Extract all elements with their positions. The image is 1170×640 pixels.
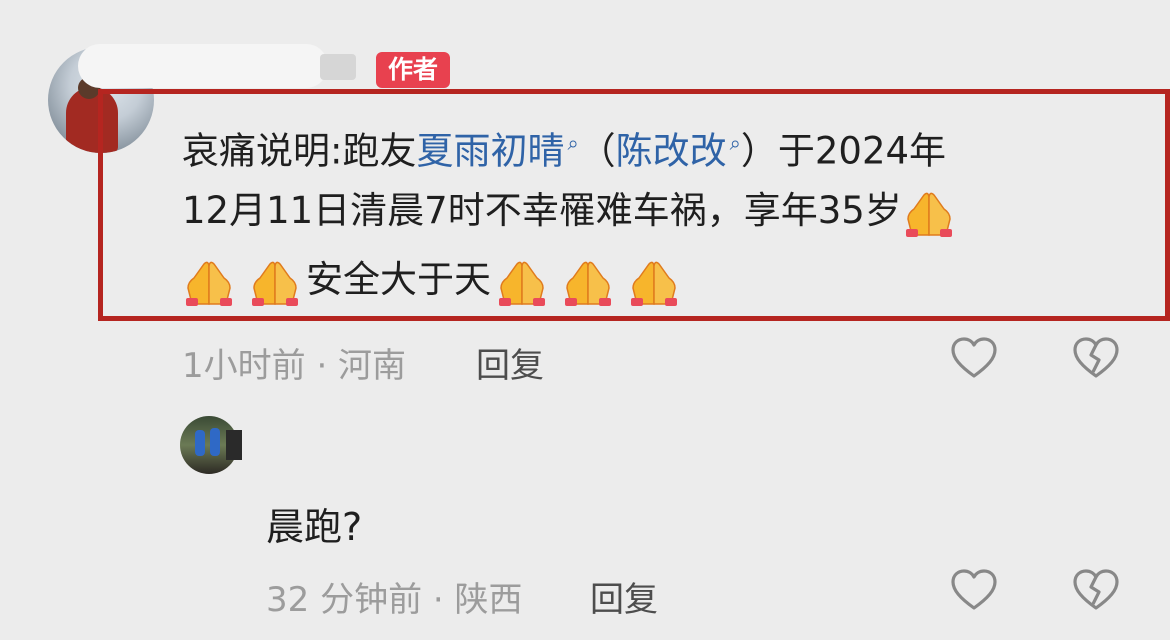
comment-line-3: 安全大于天 [182, 255, 681, 306]
pray-emoji [902, 189, 956, 237]
runner-name-link[interactable]: 夏雨初晴 [416, 129, 564, 172]
search-icon[interactable]: ⌕ [567, 131, 578, 155]
like-button[interactable] [950, 568, 998, 616]
dislike-button[interactable] [1072, 568, 1120, 616]
like-button[interactable] [950, 336, 998, 384]
pray-emoji [248, 258, 302, 306]
username-redacted [78, 44, 328, 88]
reply-button[interactable]: 回复 [476, 338, 544, 387]
heart-icon [951, 569, 997, 610]
comment-text-prefix: 哀痛说明:跑友 [182, 129, 417, 173]
comment-line-2: 12月11日清晨7时不幸罹难车祸，享年35岁 [182, 186, 956, 237]
avatar-figure [210, 428, 220, 456]
comment-text-suffix: 于2024年 [777, 129, 947, 173]
username-redacted [226, 430, 242, 460]
comment-line-1: 哀痛说明:跑友夏雨初晴 ⌕（陈改改 ⌕）于2024年 [182, 118, 946, 176]
pray-emoji [495, 258, 549, 306]
author-badge: 作者 [376, 52, 451, 88]
broken-heart-icon [1073, 569, 1119, 610]
pray-emoji [627, 258, 681, 306]
reply-button[interactable]: 回复 [590, 572, 658, 621]
dislike-button[interactable] [1072, 336, 1120, 384]
paren-close: ） [740, 129, 778, 173]
paren-open: （ [578, 129, 616, 173]
pray-emoji [182, 258, 236, 306]
heart-icon [951, 337, 997, 378]
pray-emoji [561, 258, 615, 306]
comment-meta: 1小时前 · 河南 [182, 346, 407, 386]
avatar-figure [195, 430, 205, 456]
comment-text-line3: 安全大于天 [306, 258, 491, 301]
comment-text-line2: 12月11日清晨7时不幸罹难车祸，享年35岁 [182, 189, 902, 232]
reply-comment-meta: 32 分钟前 · 陕西 [266, 580, 523, 620]
broken-heart-icon [1073, 337, 1119, 378]
username-redacted-blur [320, 54, 356, 80]
search-icon[interactable]: ⌕ [730, 131, 741, 155]
reply-comment-text: 晨跑? [266, 505, 363, 549]
runner-realname-link[interactable]: 陈改改 [616, 129, 727, 172]
